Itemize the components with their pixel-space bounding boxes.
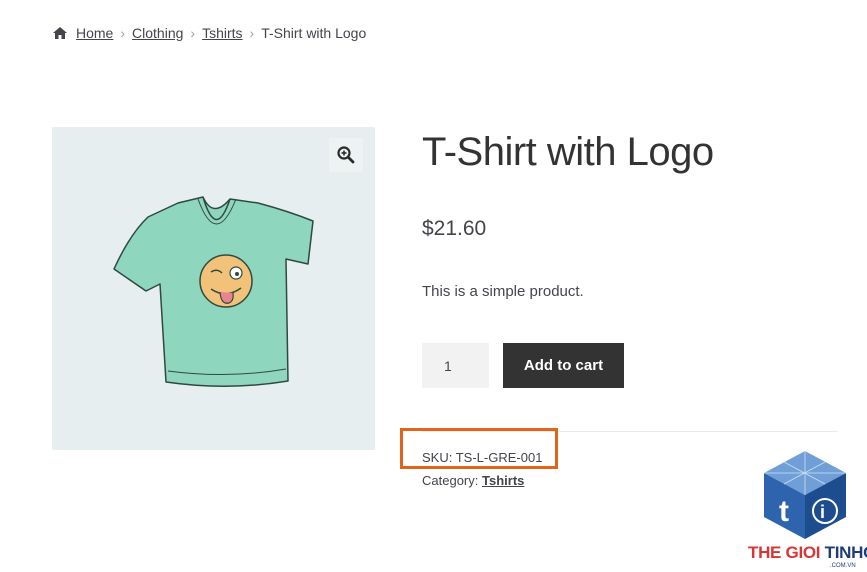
breadcrumb-separator: › — [249, 25, 255, 41]
sku-label: SKU: — [422, 450, 453, 465]
tshirt-image[interactable] — [108, 189, 318, 389]
zoom-button[interactable] — [329, 138, 363, 172]
product-description: This is a simple product. — [422, 283, 584, 300]
category-link[interactable]: Tshirts — [482, 473, 524, 488]
breadcrumb-current: T-Shirt with Logo — [261, 25, 367, 41]
breadcrumb-clothing-link[interactable]: Clothing — [132, 25, 183, 41]
product-sku: SKU: TS-L-GRE-001 — [422, 450, 542, 465]
breadcrumb-tshirts-link[interactable]: Tshirts — [202, 25, 242, 41]
svg-text:t: t — [779, 495, 789, 528]
breadcrumb-separator: › — [190, 25, 196, 41]
home-icon[interactable] — [52, 26, 68, 40]
watermark-text: THE GIOI TINHOC — [748, 543, 867, 563]
add-to-cart-button[interactable]: Add to cart — [503, 343, 624, 388]
magnifier-plus-icon — [337, 146, 355, 164]
watermark-part2: TINHOC — [824, 543, 867, 562]
breadcrumb: Home › Clothing › Tshirts › T-Shirt with… — [52, 25, 366, 41]
watermark-part1: THE GIOI — [748, 543, 821, 562]
product-category: Category: Tshirts — [422, 473, 524, 488]
product-price: $21.60 — [422, 217, 487, 240]
sku-value: TS-L-GRE-001 — [455, 450, 543, 465]
watermark-sub: .COM.VN — [830, 563, 856, 569]
category-label: Category: — [422, 473, 479, 488]
breadcrumb-home-link[interactable]: Home — [76, 25, 113, 41]
svg-text:i: i — [820, 502, 825, 522]
product-gallery[interactable] — [52, 127, 375, 450]
product-title: T-Shirt with Logo — [422, 130, 714, 174]
watermark-logo: t i — [764, 451, 846, 539]
quantity-input[interactable] — [422, 343, 489, 388]
breadcrumb-separator: › — [120, 25, 126, 41]
